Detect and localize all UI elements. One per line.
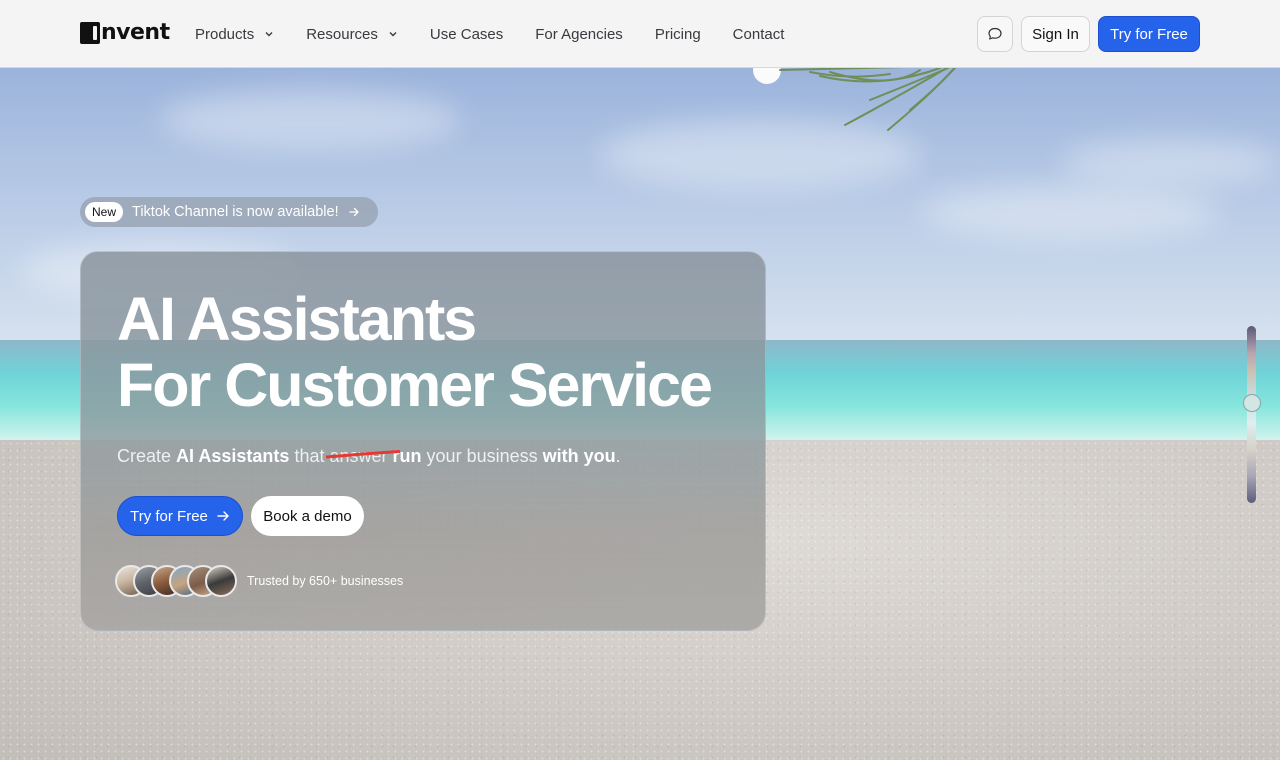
nav-item-label: For Agencies bbox=[535, 25, 623, 43]
announcement-pill[interactable]: New Tiktok Channel is now available! bbox=[80, 197, 378, 227]
slider-thumb[interactable] bbox=[1243, 394, 1261, 412]
cta-primary-label: Try for Free bbox=[130, 507, 208, 525]
hero-try-for-free-button[interactable]: Try for Free bbox=[117, 496, 243, 536]
new-badge: New bbox=[85, 202, 124, 222]
try-for-free-button[interactable]: Try for Free bbox=[1098, 16, 1200, 52]
nav-item-label: Pricing bbox=[654, 25, 701, 43]
chevron-down-icon bbox=[389, 32, 397, 37]
announcement-text: Tiktok Channel is now available! bbox=[132, 204, 339, 220]
nav-item-label: Products bbox=[195, 25, 255, 43]
hero-title-line-2: For Customer Service bbox=[117, 351, 713, 419]
book-demo-button[interactable]: Book a demo bbox=[251, 496, 364, 536]
nav-item-label: Use Cases bbox=[429, 25, 504, 43]
chevron-down-icon bbox=[265, 32, 273, 37]
nav-item-for-agencies[interactable]: For Agencies bbox=[535, 26, 623, 43]
sign-in-button[interactable]: Sign In bbox=[1021, 16, 1090, 52]
nav-item-label: Contact bbox=[732, 25, 785, 43]
hero-title: AI Assistants For Customer Service bbox=[117, 285, 713, 419]
cloud bbox=[160, 90, 460, 150]
hero-card: AI Assistants For Customer Service Creat… bbox=[80, 251, 766, 631]
logo-text: nvent bbox=[101, 20, 170, 45]
subtitle-highlight: with you bbox=[542, 446, 616, 466]
subtitle-struck-word: answer bbox=[326, 446, 401, 467]
nav-item-contact[interactable]: Contact bbox=[733, 26, 785, 43]
logo-mark bbox=[80, 22, 100, 44]
trusted-by-text: Trusted by 650+ businesses bbox=[247, 574, 404, 588]
hero-title-line-1: AI Assistants bbox=[117, 285, 477, 353]
subtitle-word: that bbox=[294, 446, 325, 466]
chat-button[interactable] bbox=[977, 16, 1013, 52]
chat-bubble-icon bbox=[988, 27, 1002, 40]
nav-item-resources[interactable]: Resources bbox=[306, 26, 398, 43]
subtitle-period: . bbox=[615, 446, 621, 466]
time-of-day-slider-track[interactable] bbox=[1247, 326, 1256, 503]
arrow-right-icon bbox=[217, 511, 229, 521]
nav-item-use-cases[interactable]: Use Cases bbox=[430, 26, 503, 43]
subtitle-word: Create bbox=[117, 446, 172, 466]
nav-item-label: Resources bbox=[306, 25, 378, 43]
top-navigation: nvent Products Resources Use Cases For A… bbox=[0, 0, 1280, 68]
logo[interactable]: nvent bbox=[80, 22, 170, 44]
nav-item-products[interactable]: Products bbox=[195, 26, 274, 43]
avatar bbox=[205, 565, 237, 597]
cloud bbox=[1060, 140, 1280, 185]
hero-subtitle: Create AI Assistants that answer run you… bbox=[117, 446, 621, 467]
nav-item-pricing[interactable]: Pricing bbox=[655, 26, 701, 43]
subtitle-word: your business bbox=[426, 446, 538, 466]
customer-avatars bbox=[115, 565, 241, 597]
strike-line bbox=[326, 450, 401, 459]
arrow-right-icon bbox=[348, 207, 359, 217]
palm-leaf bbox=[779, 65, 957, 131]
main-menu: Products Resources Use Cases For Agencie… bbox=[195, 0, 816, 68]
cloud bbox=[920, 185, 1220, 240]
subtitle-highlight: AI Assistants bbox=[176, 446, 290, 466]
